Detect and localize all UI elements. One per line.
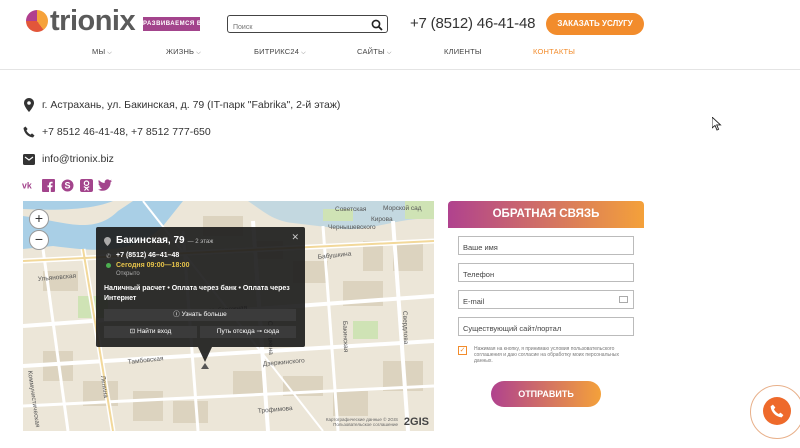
site-header: trionix Развиваемся вместе +7 (8512) 46-…: [0, 0, 800, 70]
gis-logo[interactable]: 2GIS: [404, 416, 429, 428]
mail-icon: [23, 152, 35, 166]
name-field: [458, 236, 634, 256]
phone-icon: ✆: [106, 254, 112, 260]
info-icon: ⓘ: [173, 311, 182, 318]
popup-status: Открыто: [116, 271, 140, 277]
nav-item-my[interactable]: Мы ⌵: [92, 47, 112, 57]
phone-input[interactable]: [459, 266, 633, 283]
consent-text: Нажимая на кнопку, я принимаю условия по…: [474, 346, 619, 364]
popup-title: Бакинская, 79— 2 этаж: [116, 235, 214, 246]
route-buttons[interactable]: Путь отсюда ⊸ сюда: [200, 326, 296, 338]
site-field: [458, 317, 634, 337]
svg-text:Кирова: Кирова: [371, 216, 393, 223]
nav-item-sites[interactable]: Сайты ⌵: [357, 47, 392, 57]
nav-item-life[interactable]: Жизнь ⌵: [166, 47, 201, 57]
search-icon[interactable]: [371, 18, 383, 31]
svg-text:Чернышевского: Чернышевского: [328, 224, 376, 231]
email-row: info@trionix.biz: [23, 152, 114, 166]
logo-mark-icon: [26, 10, 48, 32]
twitter-icon[interactable]: [98, 178, 112, 192]
map[interactable]: Тамбовская Трофимова Бабушкина Советская…: [23, 201, 434, 431]
zoom-out-button[interactable]: −: [29, 230, 49, 250]
chevron-down-icon: ⌵: [301, 50, 306, 56]
slogan-badge: Развиваемся вместе: [143, 17, 200, 31]
form-title: Обратная связь: [448, 201, 644, 228]
location-pin-icon: [23, 98, 35, 112]
chevron-down-icon: ⌵: [196, 50, 201, 56]
consent-checkbox[interactable]: ✓: [458, 346, 467, 355]
skype-icon[interactable]: S: [60, 178, 74, 192]
email-field: [458, 290, 634, 310]
open-status-dot: [106, 263, 111, 268]
vk-icon[interactable]: vk: [22, 178, 36, 192]
svg-text:Советская: Советская: [335, 206, 367, 213]
popup-pointer: [198, 347, 212, 362]
feedback-form: Обратная связь ✓ Нажимая на кнопку, я пр…: [448, 201, 644, 431]
find-entrance-button[interactable]: ⊡ Найти вход: [104, 326, 197, 338]
chevron-down-icon: ⌵: [386, 50, 392, 56]
svg-text:Бакинская: Бакинская: [341, 321, 349, 353]
close-icon[interactable]: ✕: [291, 232, 299, 243]
entrance-icon: ⊡: [129, 328, 137, 335]
consent-row: ✓ Нажимая на кнопку, я принимаю условия …: [458, 346, 634, 364]
logo-text: trionix: [50, 5, 136, 37]
popup-phone[interactable]: ✆ +7 (8512) 46–41–48: [106, 252, 179, 260]
route-icon: ⊸: [254, 328, 264, 335]
social-links: vk S: [22, 178, 112, 192]
map-credit: Картографические данные © 2GIS Пользоват…: [325, 417, 398, 427]
phone-field: [458, 263, 634, 283]
address-row: г. Астрахань, ул. Бакинская, д. 79 (IT-п…: [23, 98, 340, 112]
nav-item-bitrix24[interactable]: Битрикс24 ⌵: [254, 47, 306, 57]
callback-button[interactable]: [763, 397, 791, 425]
header-phone[interactable]: +7 (8512) 46-41-48: [410, 15, 535, 32]
address-text: г. Астрахань, ул. Бакинская, д. 79 (IT-п…: [42, 99, 341, 111]
phones-row: +7 8512 46-41-48, +7 8512 777-650: [23, 125, 211, 139]
map-popup: Бакинская, 79— 2 этаж ✕ ✆ +7 (8512) 46–41…: [96, 227, 305, 347]
svg-text:S: S: [64, 180, 70, 190]
popup-hours: Сегодня 09:00—18:00: [106, 262, 189, 269]
name-input[interactable]: [459, 239, 633, 256]
svg-text:Свердлова: Свердлова: [401, 311, 409, 345]
zoom-in-button[interactable]: +: [29, 209, 49, 229]
svg-text:Морской сад: Морской сад: [383, 204, 422, 212]
nav-item-contacts[interactable]: Контакты: [533, 47, 575, 56]
facebook-icon[interactable]: [41, 178, 55, 192]
site-input[interactable]: [459, 320, 633, 337]
nav-item-clients[interactable]: Клиенты: [444, 47, 482, 56]
email-input[interactable]: [459, 293, 633, 310]
page: trionix Развиваемся вместе +7 (8512) 46-…: [0, 0, 800, 448]
search-box: [227, 15, 388, 36]
phones-text[interactable]: +7 8512 46-41-48, +7 8512 777-650: [42, 126, 211, 138]
phone-icon: [770, 404, 784, 418]
email-link[interactable]: info@trionix.biz: [42, 153, 114, 165]
popup-payments: Наличный расчет • Оплата через банк • Оп…: [104, 285, 290, 302]
odnoklassniki-icon[interactable]: [79, 178, 93, 192]
chevron-down-icon: ⌵: [107, 50, 113, 56]
main-nav: Мы ⌵ Жизнь ⌵ Битрикс24 ⌵ Сайты ⌵ Клиенты Кон…: [0, 47, 800, 59]
submit-button[interactable]: Отправить: [491, 381, 601, 407]
search-input[interactable]: [228, 19, 363, 36]
mouse-cursor-icon: [711, 115, 722, 136]
logo[interactable]: trionix: [26, 5, 136, 37]
svg-text:vk: vk: [22, 181, 32, 191]
learn-more-button[interactable]: ⓘ Узнать больше: [104, 309, 296, 321]
envelope-icon: [619, 296, 628, 303]
phone-icon: [23, 125, 35, 139]
order-service-button[interactable]: Заказать услугу: [546, 13, 644, 35]
